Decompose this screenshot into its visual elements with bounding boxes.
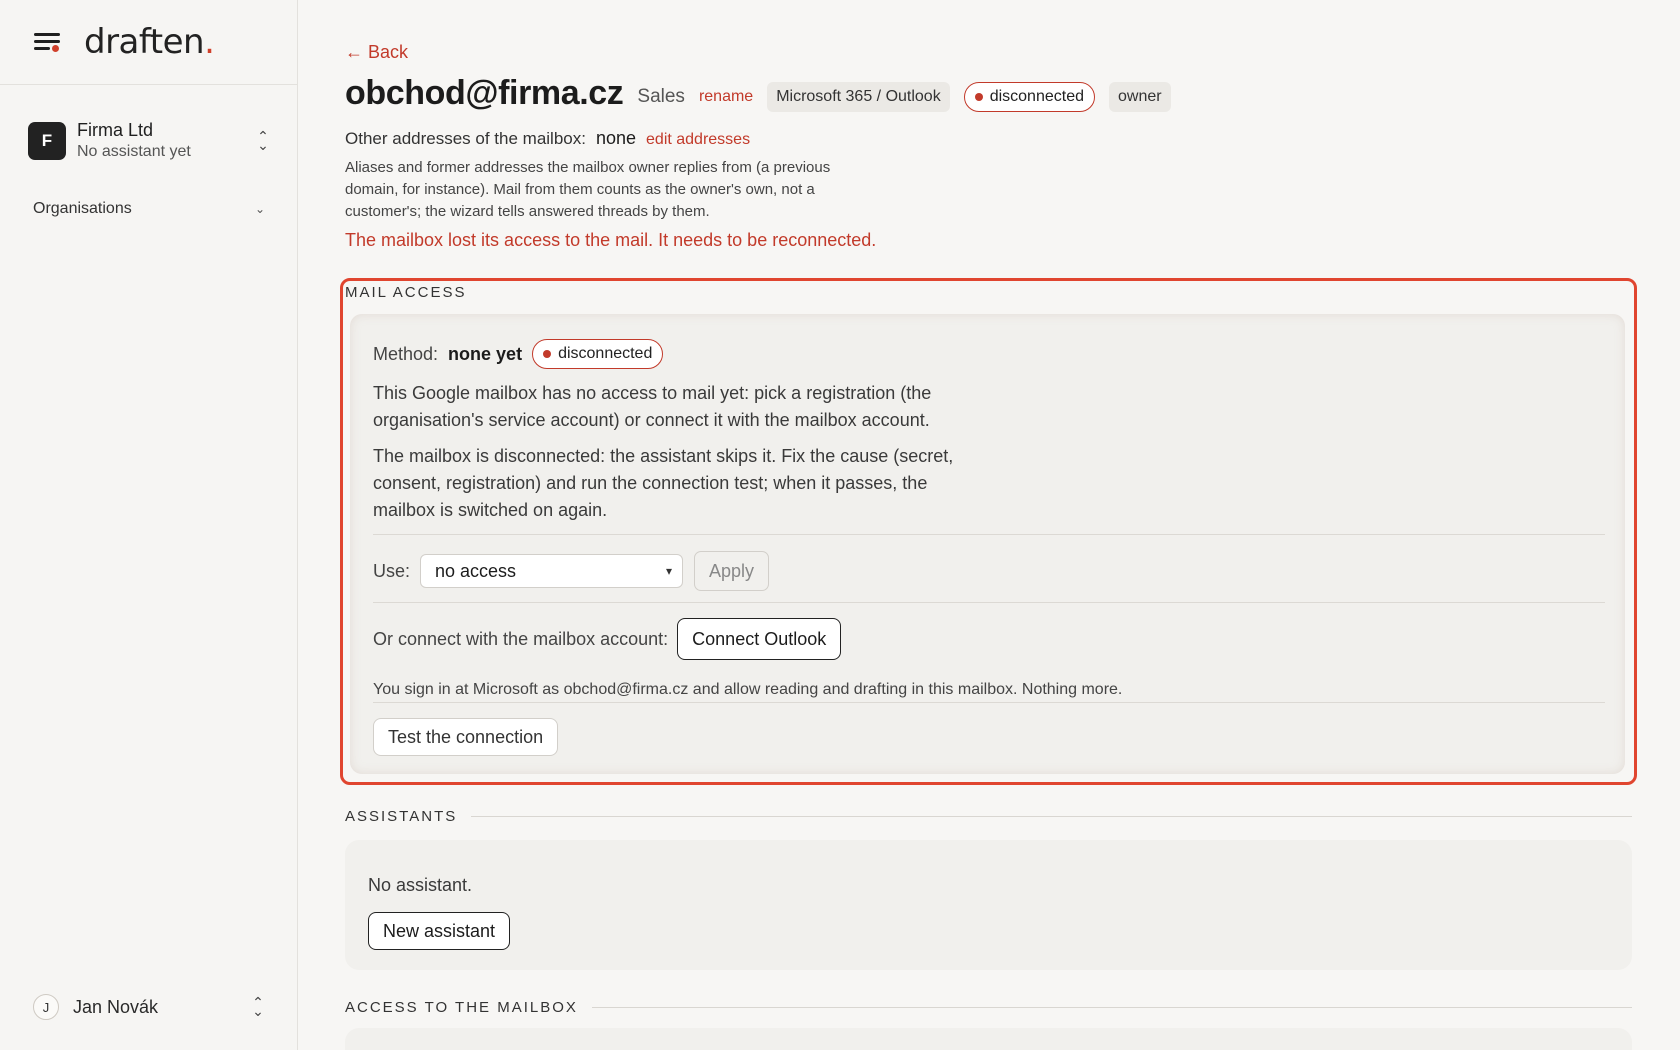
mail-access-panel: Method: none yet disconnected This Googl… <box>350 314 1625 774</box>
organisations-label: Organisations <box>33 200 132 217</box>
divider <box>373 702 1605 703</box>
org-subtitle: No assistant yet <box>77 143 191 160</box>
connect-row: Or connect with the mailbox account: Con… <box>373 618 842 660</box>
method-value: none yet <box>448 343 523 364</box>
assistants-title: ASSISTANTS <box>345 808 458 825</box>
divider <box>373 534 1605 535</box>
mailbox-name: Sales <box>637 85 685 107</box>
org-avatar: F <box>28 122 66 160</box>
chevron-down-icon: ⌄ <box>254 202 265 216</box>
page-title: obchod@firma.cz <box>345 74 624 112</box>
method-label: Method: <box>373 343 439 364</box>
org-switcher[interactable]: F Firma Ltd No assistant yet ⌃ ⌄ <box>28 117 270 165</box>
chevron-up-down-icon: ⌃ ⌄ <box>252 994 264 1019</box>
assistants-panel: No assistant. New assistant <box>345 840 1632 970</box>
divider <box>591 1007 1632 1008</box>
other-addresses-label: Other addresses of the mailbox: <box>345 129 586 148</box>
connect-outlook-button[interactable]: Connect Outlook <box>677 618 842 660</box>
method-status-badge: disconnected <box>532 339 664 369</box>
chevron-down-icon: ▾ <box>665 564 673 578</box>
mail-access-header: MAIL ACCESS <box>345 284 1632 301</box>
no-access-text: This Google mailbox has no access to mai… <box>373 383 932 430</box>
other-addresses: Other addresses of the mailbox: none edi… <box>345 128 750 149</box>
menu-icon[interactable] <box>34 31 60 53</box>
back-link[interactable]: ← Back <box>345 42 408 63</box>
sidebar: draften. F Firma Ltd No assistant yet ⌃ ⌄… <box>0 0 298 1050</box>
mail-access-title: MAIL ACCESS <box>345 284 467 301</box>
divider <box>471 816 1632 817</box>
method-row: Method: none yet disconnected <box>373 339 664 369</box>
connect-label: Or connect with the mailbox account: <box>373 628 669 649</box>
status-badge: disconnected <box>963 81 1095 112</box>
role-badge: owner <box>1109 81 1171 112</box>
chevron-up-down-icon: ⌃ ⌄ <box>257 128 269 153</box>
edit-addresses-link[interactable]: edit addresses <box>646 131 750 149</box>
user-avatar: J <box>33 994 59 1020</box>
brand-bar: draften. <box>0 0 297 85</box>
assistants-header: ASSISTANTS <box>345 808 1632 825</box>
use-row: Use: no access ▾ Apply <box>373 551 770 591</box>
user-name: Jan Novák <box>73 996 159 1017</box>
mailbox-header: obchod@firma.cz Sales rename Microsoft 3… <box>345 74 1171 113</box>
disconnected-alert: The mailbox lost its access to the mail.… <box>345 230 877 250</box>
org-name: Firma Ltd <box>77 120 154 140</box>
access-method-select[interactable]: no access ▾ <box>420 554 684 588</box>
access-method-value: no access <box>435 560 517 581</box>
new-assistant-button[interactable]: New assistant <box>368 912 511 950</box>
test-connection-button[interactable]: Test the connection <box>373 718 559 756</box>
organisations-toggle[interactable]: Organisations ⌄ <box>33 200 265 218</box>
apply-button[interactable]: Apply <box>694 551 770 591</box>
provider-badge: Microsoft 365 / Outlook <box>767 81 950 112</box>
signin-note: You sign in at Microsoft as obchod@firma… <box>373 681 1123 698</box>
logo: draften. <box>84 22 215 62</box>
divider <box>373 602 1605 603</box>
disconnected-text: The mailbox is disconnected: the assista… <box>373 446 954 520</box>
no-assistant-text: No assistant. <box>368 875 473 895</box>
rename-link[interactable]: rename <box>699 88 753 106</box>
status-dot-icon <box>974 92 983 101</box>
other-addresses-value: none <box>595 128 637 148</box>
status-dot-icon <box>543 350 552 358</box>
mailbox-access-title: ACCESS TO THE MAILBOX <box>345 999 578 1016</box>
mailbox-access-panel <box>345 1028 1632 1050</box>
use-label: Use: <box>373 560 411 581</box>
user-switcher[interactable]: J Jan Novák ⌃ ⌄ <box>33 992 265 1022</box>
mailbox-access-header: ACCESS TO THE MAILBOX <box>345 999 1632 1016</box>
aliases-help-text: Aliases and former addresses the mailbox… <box>345 159 831 220</box>
